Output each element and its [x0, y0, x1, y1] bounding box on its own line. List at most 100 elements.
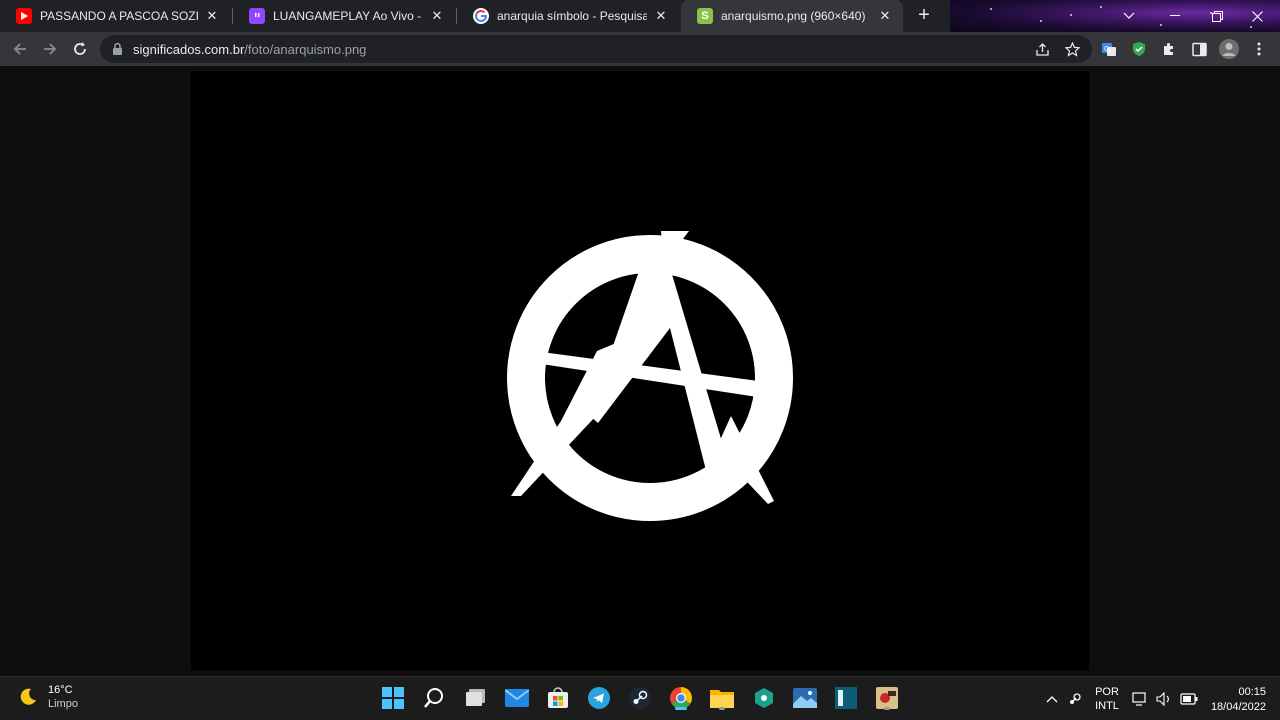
new-tab-button[interactable]: + — [912, 4, 936, 28]
keyboard-layout: INTL — [1095, 700, 1119, 712]
telegram-app-button[interactable] — [584, 683, 614, 713]
search-icon — [424, 688, 443, 708]
tab-google-search[interactable]: anarquia símbolo - Pesquisa Goo ✕ — [457, 0, 679, 32]
language-code: POR — [1095, 686, 1119, 698]
photos-icon — [793, 688, 817, 708]
significados-favicon-icon: S — [697, 8, 713, 24]
puzzle-icon — [1164, 43, 1173, 55]
steam-icon — [629, 687, 651, 709]
store-icon — [548, 687, 568, 708]
minimize-icon — [1170, 15, 1180, 16]
tab-strip: PASSANDO A PASCOA SOZINHO ✕ LUANGAMEPLAY… — [0, 0, 1280, 32]
mail-app-button[interactable] — [502, 683, 532, 713]
tab-anarquismo-image[interactable]: S anarquismo.png (960×640) ✕ — [681, 0, 903, 32]
address-bar[interactable]: significados.com.br/foto/anarquismo.png — [100, 35, 1092, 63]
svg-text:G: G — [1104, 46, 1109, 53]
close-tab-icon[interactable]: ✕ — [653, 8, 669, 24]
shield-icon — [1133, 42, 1145, 56]
game-icon — [876, 687, 898, 709]
close-window-button[interactable] — [1234, 0, 1280, 32]
reload-button[interactable] — [68, 37, 92, 61]
minimize-button[interactable] — [1152, 0, 1198, 32]
task-view-button[interactable] — [461, 683, 491, 713]
weather-temperature: 16°C — [48, 684, 73, 696]
profile-button[interactable] — [1217, 37, 1241, 61]
lock-icon — [113, 42, 122, 55]
folder-icon — [710, 690, 734, 708]
url-text: significados.com.br/foto/anarquismo.png — [133, 42, 366, 57]
shield-extension-button[interactable] — [1127, 37, 1151, 61]
input-language-button[interactable]: POR INTL — [1090, 677, 1124, 720]
tab-title: PASSANDO A PASCOA SOZINHO — [40, 9, 198, 23]
panel-app-icon — [835, 687, 857, 709]
system-clock[interactable]: 00:15 18/04/2022 — [1211, 685, 1266, 715]
share-button[interactable] — [1030, 37, 1054, 61]
kebab-menu-icon — [1257, 42, 1261, 56]
steam-tray-icon — [1070, 693, 1081, 704]
forward-button[interactable] — [38, 37, 62, 61]
clock-date: 18/04/2022 — [1210, 701, 1266, 713]
star-icon — [1064, 41, 1080, 57]
app-hex-button[interactable] — [749, 683, 779, 713]
volume-icon — [1156, 692, 1169, 706]
bookmark-button[interactable] — [1060, 37, 1084, 61]
arrow-right-icon — [44, 43, 57, 55]
avatar — [1219, 39, 1239, 59]
store-app-button[interactable] — [543, 683, 573, 713]
tab-title: LUANGAMEPLAY Ao Vivo - Bate — [273, 9, 423, 23]
steam-tray-button[interactable] — [1064, 677, 1086, 720]
telegram-icon — [588, 687, 610, 709]
google-icon — [473, 8, 489, 24]
close-icon — [1251, 10, 1263, 22]
chevron-down-icon — [1123, 12, 1135, 19]
windows-taskbar: 16°C Limpo POR INTL 00:15 18/04/2022 — [0, 676, 1280, 720]
tab-title: anarquismo.png (960×640) — [721, 9, 866, 23]
task-view-icon — [466, 689, 485, 706]
restore-icon — [1211, 10, 1223, 22]
close-tab-icon[interactable]: ✕ — [204, 8, 220, 24]
network-icon — [1132, 692, 1146, 706]
tab-title: anarquia símbolo - Pesquisa Goo — [497, 9, 647, 23]
close-tab-icon[interactable]: ✕ — [877, 8, 893, 24]
steam-app-button[interactable] — [625, 683, 655, 713]
mail-icon — [505, 689, 529, 707]
moon-icon — [20, 688, 36, 705]
side-panel-icon — [1191, 42, 1207, 56]
extensions-button[interactable] — [1157, 37, 1181, 61]
url-domain: significados.com.br — [133, 42, 245, 57]
tab-twitch[interactable]: LUANGAMEPLAY Ao Vivo - Bate ✕ — [233, 0, 455, 32]
reload-icon — [74, 42, 86, 55]
anarchy-image[interactable] — [191, 71, 1089, 670]
arrow-left-icon — [13, 43, 26, 55]
app-panel-button[interactable] — [831, 683, 861, 713]
show-hidden-icons-button[interactable] — [1042, 677, 1062, 720]
chevron-up-icon — [1046, 696, 1058, 703]
youtube-icon — [16, 8, 32, 24]
photos-app-button[interactable] — [790, 683, 820, 713]
running-indicator — [675, 707, 687, 710]
weather-widget[interactable]: 16°C Limpo — [18, 683, 78, 711]
chrome-icon — [670, 687, 692, 709]
clock-time: 00:15 — [1238, 686, 1266, 698]
translate-extension-button[interactable]: G — [1097, 37, 1121, 61]
battery-icon — [1180, 693, 1198, 705]
share-icon — [1035, 42, 1049, 56]
start-button[interactable] — [378, 683, 408, 713]
side-panel-button[interactable] — [1187, 37, 1211, 61]
hexagon-app-icon — [755, 688, 773, 708]
menu-button[interactable] — [1247, 37, 1271, 61]
translate-icon: G — [1102, 43, 1116, 56]
tab-search-button[interactable] — [1106, 0, 1152, 32]
quick-settings-button[interactable] — [1130, 677, 1200, 720]
running-indicator — [719, 707, 725, 710]
game-app-button[interactable] — [872, 683, 902, 713]
twitch-icon — [249, 8, 265, 24]
url-path: /foto/anarquismo.png — [244, 42, 367, 57]
back-button[interactable] — [8, 37, 32, 61]
search-button[interactable] — [419, 683, 449, 713]
chrome-app-button[interactable] — [666, 683, 696, 713]
tab-youtube[interactable]: PASSANDO A PASCOA SOZINHO ✕ — [0, 0, 230, 32]
file-explorer-button[interactable] — [707, 683, 737, 713]
anarchy-symbol-icon — [507, 231, 793, 521]
close-tab-icon[interactable]: ✕ — [429, 8, 445, 24]
